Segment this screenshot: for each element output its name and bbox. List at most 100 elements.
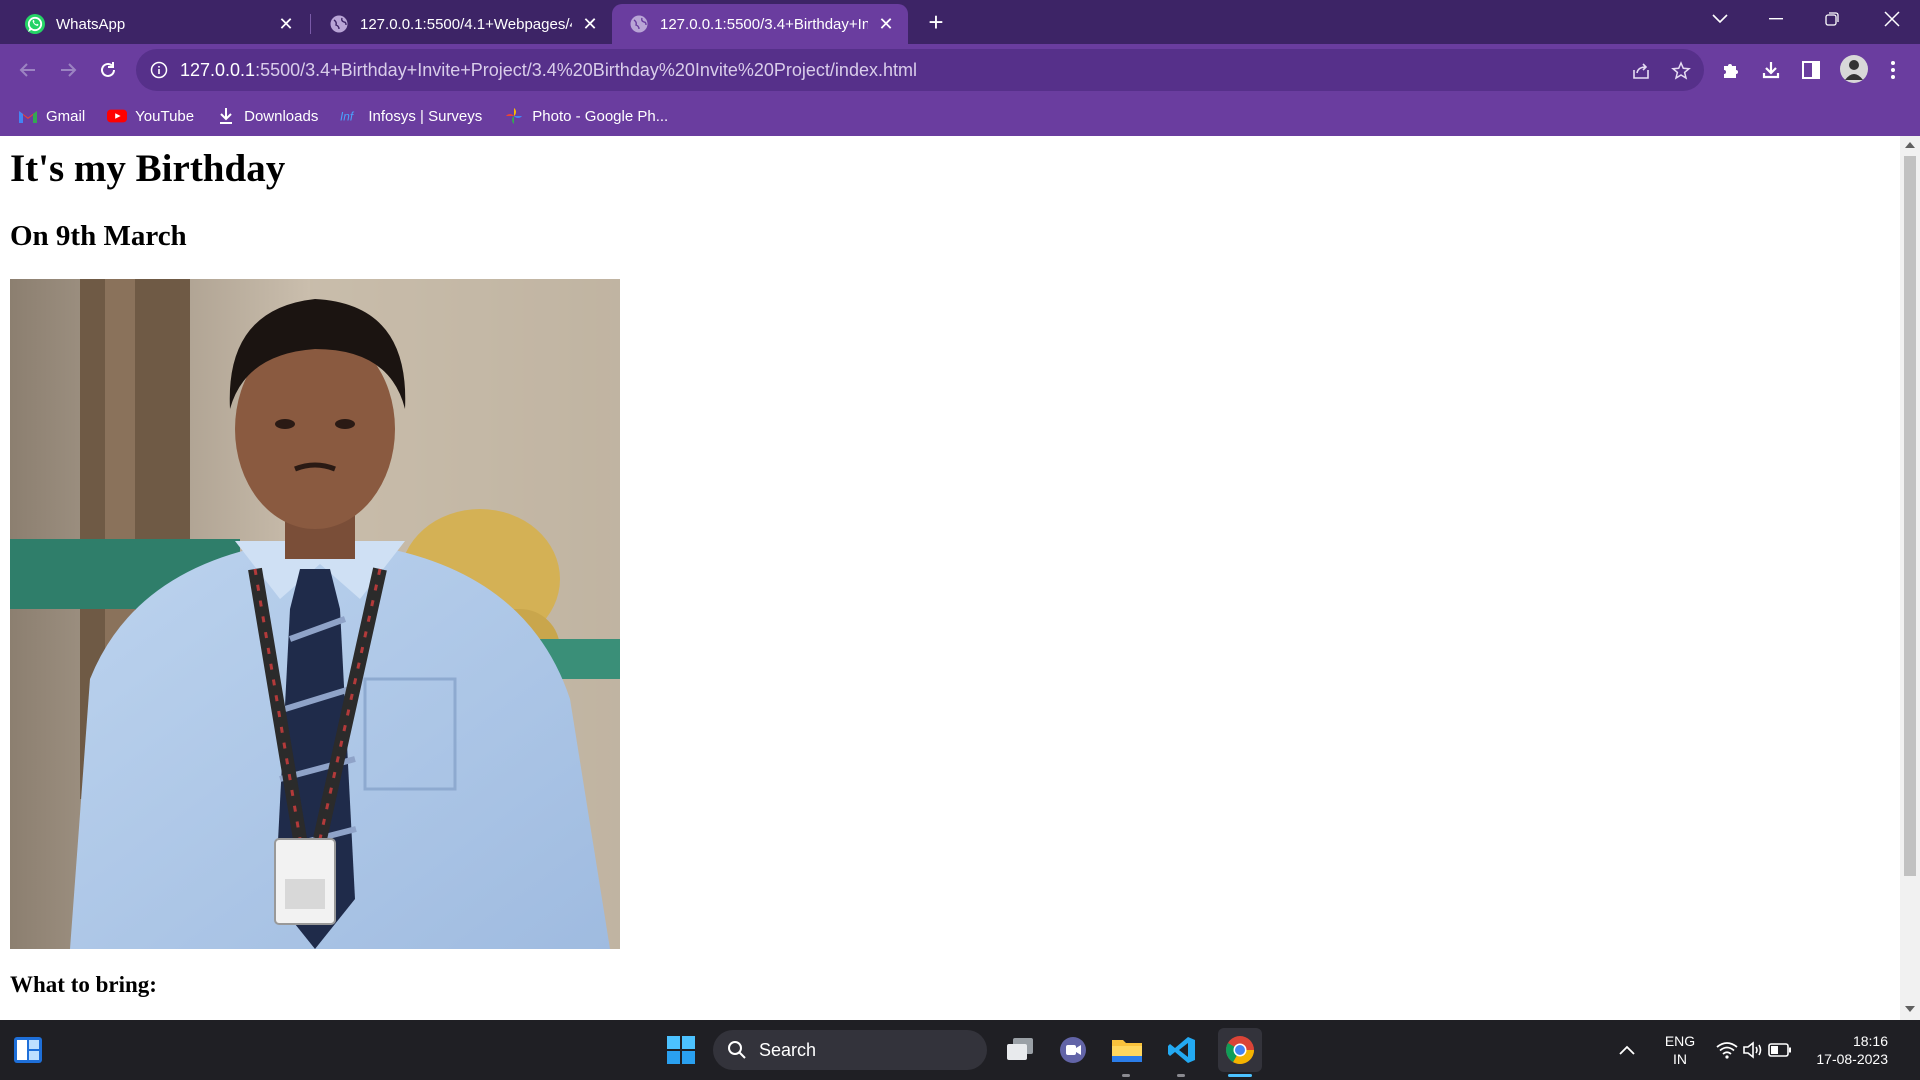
back-button[interactable] xyxy=(12,54,44,86)
profile-button[interactable] xyxy=(1838,53,1870,85)
page-scrollbar[interactable] xyxy=(1900,136,1920,1020)
puzzle-icon xyxy=(1724,64,1738,78)
bookmark-downloads[interactable]: Downloads xyxy=(216,106,318,126)
tab-title: 127.0.0.1:5500/3.4+Birthday+Invi xyxy=(660,15,868,33)
clock[interactable]: 18:16 17-08-2023 xyxy=(1808,1032,1888,1068)
widgets-icon xyxy=(14,1037,42,1063)
windows-taskbar: Search ENG IN 18:16 17-08-2023 xyxy=(0,1020,1920,1080)
side-panel-button[interactable] xyxy=(1798,57,1824,83)
page-subtitle: On 9th March xyxy=(10,220,187,252)
file-explorer-button[interactable] xyxy=(1107,1030,1147,1070)
close-window-button[interactable] xyxy=(1864,0,1920,38)
tab-birthday-invite[interactable]: 127.0.0.1:5500/3.4+Birthday+Invi ✕ xyxy=(612,4,908,44)
gmail-icon xyxy=(18,106,38,126)
task-view-icon xyxy=(1007,1038,1033,1060)
portrait-photo xyxy=(10,279,620,949)
infosys-icon: Inf xyxy=(340,106,360,126)
wifi-icon xyxy=(1716,1042,1738,1059)
tab-whatsapp[interactable]: WhatsApp ✕ xyxy=(8,4,308,44)
vscode-icon xyxy=(1168,1037,1195,1063)
globe-icon xyxy=(330,15,348,33)
share-button[interactable] xyxy=(1628,58,1654,84)
extensions-button[interactable] xyxy=(1718,57,1744,83)
share-icon xyxy=(1633,63,1649,79)
tab-close-icon[interactable]: ✕ xyxy=(876,14,896,34)
restore-icon xyxy=(1825,12,1839,26)
scrollbar-thumb[interactable] xyxy=(1904,156,1916,876)
tab-close-icon[interactable]: ✕ xyxy=(580,14,600,34)
info-icon[interactable] xyxy=(150,61,168,79)
tab-webpages[interactable]: 127.0.0.1:5500/4.1+Webpages/4. ✕ xyxy=(312,4,612,44)
clock-date: 17-08-2023 xyxy=(1816,1051,1888,1067)
bookmark-google-photos[interactable]: Photo - Google Ph... xyxy=(504,106,668,126)
page-viewport: It's my Birthday On 9th March What to br… xyxy=(0,136,1900,1020)
teams-chat-icon xyxy=(1060,1037,1086,1063)
quick-settings-button[interactable] xyxy=(1712,1030,1796,1070)
more-vertical-icon xyxy=(1891,61,1895,79)
bookmark-label: Photo - Google Ph... xyxy=(532,107,669,125)
clock-time: 18:16 xyxy=(1852,1033,1888,1049)
task-view-button[interactable] xyxy=(1000,1030,1040,1070)
url-host: 127.0.0.1 xyxy=(180,59,256,80)
bookmark-label: Downloads xyxy=(244,107,319,125)
file-explorer-icon xyxy=(1112,1040,1142,1062)
page-title: It's my Birthday xyxy=(10,147,286,190)
minimize-icon xyxy=(1769,18,1783,20)
search-icon xyxy=(728,1041,746,1059)
start-button[interactable] xyxy=(661,1030,701,1070)
bookmarks-bar: Gmail YouTube Downloads Inf Infosys | Su… xyxy=(0,96,1920,136)
bookmark-label: YouTube xyxy=(135,107,195,125)
bookmark-infosys[interactable]: Inf Infosys | Surveys xyxy=(340,106,482,126)
bookmark-label: Gmail xyxy=(46,107,86,125)
volume-icon xyxy=(1743,1041,1762,1059)
browser-toolbar: 127.0.0.1:5500/3.4+Birthday+Invite+Proje… xyxy=(0,44,1920,96)
google-photos-icon xyxy=(504,106,524,126)
arrow-left-icon xyxy=(19,63,35,77)
url-text[interactable]: 127.0.0.1:5500/3.4+Birthday+Invite+Proje… xyxy=(180,60,917,81)
chevron-down-icon xyxy=(1712,14,1728,24)
taskbar-search[interactable]: Search xyxy=(713,1030,987,1070)
vscode-button[interactable] xyxy=(1162,1030,1202,1070)
chrome-button[interactable] xyxy=(1218,1028,1262,1072)
search-label: Search xyxy=(759,1039,817,1060)
download-icon xyxy=(1762,62,1780,79)
address-bar[interactable]: 127.0.0.1:5500/3.4+Birthday+Invite+Proje… xyxy=(136,49,1704,91)
tab-close-icon[interactable]: ✕ xyxy=(276,14,296,34)
url-path: :5500/3.4+Birthday+Invite+Project/3.4%20… xyxy=(255,59,917,80)
teams-chat-button[interactable] xyxy=(1053,1030,1093,1070)
reload-icon xyxy=(101,62,115,77)
menu-button[interactable] xyxy=(1880,57,1906,83)
chevron-up-icon xyxy=(1619,1045,1635,1055)
download-icon xyxy=(216,106,236,126)
tab-search-button[interactable] xyxy=(1692,0,1748,38)
browser-tab-strip: WhatsApp ✕ 127.0.0.1:5500/4.1+Webpages/4… xyxy=(0,0,1920,44)
restore-button[interactable] xyxy=(1804,0,1860,38)
bookmark-star-button[interactable] xyxy=(1668,58,1694,84)
section-heading: What to bring: xyxy=(10,972,157,997)
reload-button[interactable] xyxy=(92,54,124,86)
youtube-icon xyxy=(107,106,128,126)
forward-button[interactable] xyxy=(52,54,84,86)
battery-icon xyxy=(1768,1043,1791,1057)
side-panel-icon xyxy=(1802,61,1820,79)
new-tab-button[interactable]: + xyxy=(922,7,950,37)
whatsapp-icon xyxy=(25,14,45,34)
scroll-down-arrow-icon[interactable] xyxy=(1905,1006,1915,1012)
widgets-button[interactable] xyxy=(8,1030,48,1070)
active-app-indicator xyxy=(1228,1074,1252,1077)
bookmark-gmail[interactable]: Gmail xyxy=(18,106,85,126)
downloads-button[interactable] xyxy=(1758,57,1784,83)
tab-title: 127.0.0.1:5500/4.1+Webpages/4. xyxy=(360,15,572,33)
avatar xyxy=(1840,55,1868,83)
scroll-up-arrow-icon[interactable] xyxy=(1905,142,1915,148)
start-icon xyxy=(667,1036,695,1064)
tab-separator xyxy=(310,14,311,34)
region-code: IN xyxy=(1673,1051,1687,1067)
show-hidden-icons-button[interactable] xyxy=(1612,1030,1642,1070)
svg-text:Inf: Inf xyxy=(340,110,355,124)
arrow-right-icon xyxy=(61,63,77,77)
bookmark-youtube[interactable]: YouTube xyxy=(107,106,194,126)
language-indicator[interactable]: ENG IN xyxy=(1660,1032,1700,1068)
globe-icon xyxy=(630,15,648,33)
minimize-button[interactable] xyxy=(1748,0,1804,38)
